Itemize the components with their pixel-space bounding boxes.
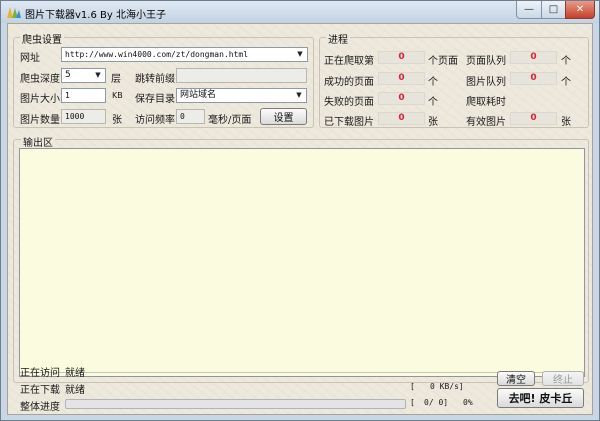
- page-queue-value: 0: [510, 51, 557, 64]
- settings-button[interactable]: 设置: [260, 108, 307, 125]
- failed-value: 0: [378, 92, 425, 105]
- save-dir-label: 保存目录: [135, 94, 175, 105]
- main-panel: 爬虫设置 网址 http://www.win4000.com/zt/dongma…: [7, 23, 593, 415]
- valid-unit: 张: [561, 117, 571, 128]
- minimize-button[interactable]: —: [516, 1, 542, 19]
- visiting-label: 正在访问: [20, 368, 60, 379]
- clear-button[interactable]: 清空: [497, 371, 535, 386]
- count-bracket: [: [410, 398, 415, 407]
- save-dir-value: 网站域名: [180, 90, 217, 100]
- image-queue-unit: 个: [561, 77, 571, 88]
- failed-unit: 个: [428, 97, 438, 108]
- success-label: 成功的页面: [324, 77, 374, 88]
- app-window: 图片下载器v1.6 By 北海小王子 — □ ✕ 爬虫设置 网址 http://…: [0, 0, 600, 421]
- output-textarea[interactable]: [19, 148, 585, 377]
- progress-title: 进程: [326, 31, 350, 46]
- crawling-label: 正在爬取第: [324, 56, 374, 67]
- chevron-down-icon[interactable]: ▼: [93, 70, 103, 81]
- page-queue-unit: 个: [561, 56, 571, 67]
- window-title: 图片下载器v1.6 By 北海小王子: [25, 10, 166, 21]
- success-unit: 个: [428, 77, 438, 88]
- jump-prefix-label: 跳转前缀: [135, 74, 175, 85]
- count-input[interactable]: 1000: [61, 109, 106, 124]
- output-label: 输出区: [21, 134, 55, 149]
- visiting-value: 就绪: [65, 368, 85, 379]
- depth-value: 5: [65, 70, 71, 80]
- depth-combobox[interactable]: 5 ▼: [61, 68, 106, 83]
- crawler-settings-title: 爬虫设置: [20, 31, 64, 46]
- url-value: http://www.win4000.com/zt/dongman.html: [65, 50, 249, 59]
- stop-button[interactable]: 终止: [542, 371, 584, 386]
- success-value: 0: [378, 72, 425, 85]
- overall-progress-label: 整体进度: [20, 402, 60, 413]
- speed-value: 0 KB/s]: [430, 382, 464, 391]
- title-bar[interactable]: 图片下载器v1.6 By 北海小王子 — □ ✕: [1, 1, 599, 23]
- downloaded-label: 已下载图片: [324, 117, 374, 128]
- count-unit: 张: [112, 115, 122, 126]
- size-unit: KB: [112, 91, 123, 100]
- start-button[interactable]: 去吧! 皮卡丘: [497, 388, 584, 408]
- image-queue-label: 图片队列: [466, 77, 506, 88]
- maximize-button[interactable]: □: [541, 1, 566, 19]
- elapsed-label: 爬取耗时: [466, 97, 506, 108]
- depth-label: 爬虫深度: [20, 74, 60, 85]
- chevron-down-icon[interactable]: ▼: [294, 90, 304, 101]
- app-logo-icon: [7, 7, 21, 18]
- chevron-down-icon[interactable]: ▼: [295, 49, 305, 60]
- downloaded-value: 0: [378, 112, 425, 125]
- failed-label: 失败的页面: [324, 97, 374, 108]
- depth-unit: 层: [111, 74, 121, 85]
- downloading-label: 正在下载: [20, 385, 60, 396]
- save-dir-combobox[interactable]: 网站域名 ▼: [176, 88, 307, 103]
- image-queue-value: 0: [510, 72, 557, 85]
- page-queue-label: 页面队列: [466, 56, 506, 67]
- freq-label: 访问频率: [135, 115, 175, 126]
- jump-prefix-input[interactable]: [176, 68, 307, 83]
- close-button[interactable]: ✕: [565, 1, 595, 19]
- speed-bracket: [: [410, 382, 415, 391]
- freq-unit: 毫秒/页面: [208, 115, 252, 126]
- progress-percent: 0%: [463, 398, 473, 407]
- freq-input[interactable]: 0: [176, 109, 205, 124]
- crawling-value: 0: [378, 51, 425, 64]
- valid-value: 0: [510, 112, 557, 125]
- crawling-unit: 个页面: [428, 56, 458, 67]
- count-label: 图片数量: [20, 115, 60, 126]
- size-label: 图片大小: [20, 94, 60, 105]
- valid-label: 有效图片: [466, 117, 506, 128]
- overall-progress-bar: [65, 399, 406, 409]
- progress-count-value: 0/ 0]: [424, 398, 449, 407]
- downloaded-unit: 张: [428, 117, 438, 128]
- downloading-value: 就绪: [65, 385, 85, 396]
- url-combobox[interactable]: http://www.win4000.com/zt/dongman.html ▼: [61, 47, 308, 62]
- size-input[interactable]: 1: [61, 88, 106, 103]
- url-label: 网址: [20, 53, 40, 64]
